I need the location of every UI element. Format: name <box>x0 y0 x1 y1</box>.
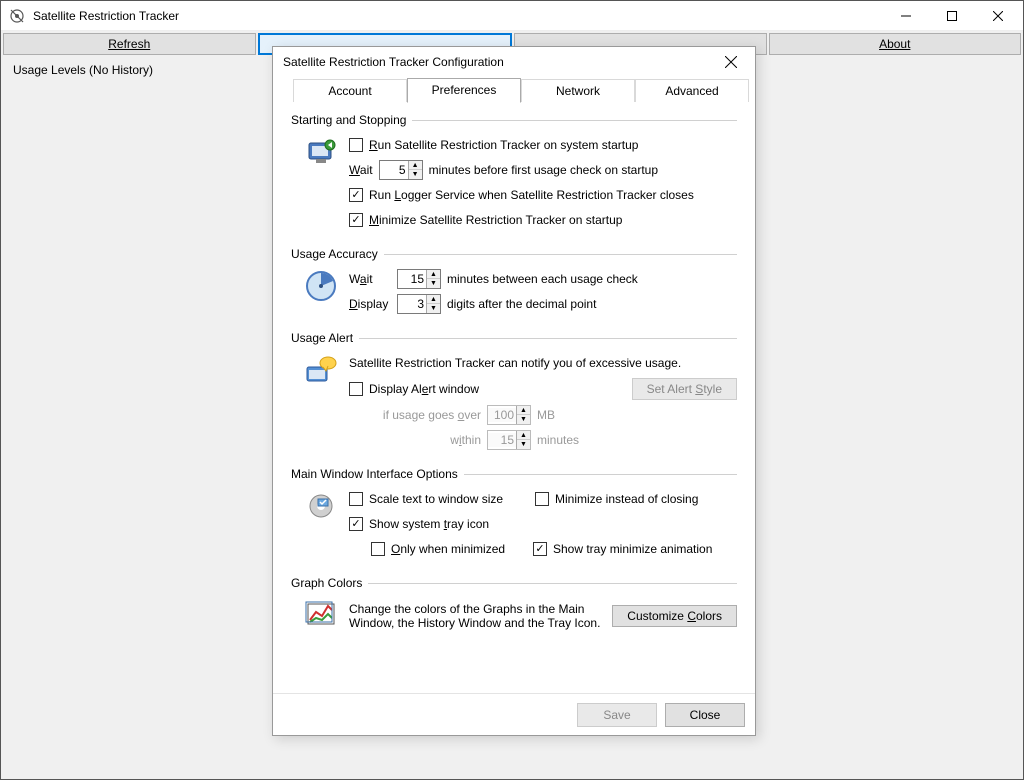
lbl-wait-accuracy: Wait <box>349 272 391 286</box>
dialog-title: Satellite Restriction Tracker Configurat… <box>283 55 711 69</box>
dialog-titlebar: Satellite Restriction Tracker Configurat… <box>273 47 755 77</box>
btn-customize-colors[interactable]: Customize Colors <box>612 605 737 627</box>
spin-wait-accuracy[interactable]: ▲▼ <box>397 269 441 289</box>
maximize-window-button[interactable] <box>929 1 975 31</box>
chk-min-instead-close[interactable] <box>535 492 549 506</box>
group-accuracy-legend: Usage Accuracy <box>291 247 378 261</box>
lbl-colors-desc: Change the colors of the Graphs in the M… <box>349 602 602 630</box>
dialog-close-button[interactable] <box>711 48 751 76</box>
lbl-wait-startup-suffix: minutes before first usage check on star… <box>429 163 658 177</box>
lbl-min-instead-close: Minimize instead of closing <box>555 492 698 506</box>
tab-advanced[interactable]: Advanced <box>635 79 749 102</box>
lbl-usage-over: if usage goes over <box>371 408 481 422</box>
group-starting: Starting and Stopping RRun Satellite Res… <box>291 113 737 235</box>
tab-preferences[interactable]: Preferences <box>407 78 521 103</box>
minimize-window-button[interactable] <box>883 1 929 31</box>
gear-icon <box>303 489 339 525</box>
refresh-button[interactable]: Refresh <box>3 33 256 55</box>
window-title: Satellite Restriction Tracker <box>33 9 883 23</box>
spin-usage-over: ▲▼ <box>487 405 531 425</box>
lbl-tray-animation: Show tray minimize animation <box>553 542 712 556</box>
lbl-alert-desc: Satellite Restriction Tracker can notify… <box>349 356 681 370</box>
btn-set-alert-style[interactable]: Set Alert Style <box>632 378 737 400</box>
lbl-run-on-startup: RRun Satellite Restriction Tracker on sy… <box>369 138 638 152</box>
alert-icon <box>303 353 339 389</box>
chk-display-alert[interactable] <box>349 382 363 396</box>
save-button[interactable]: Save <box>577 703 657 727</box>
group-accuracy: Usage Accuracy Wait ▲▼ minutes between e… <box>291 247 737 319</box>
chk-run-on-startup[interactable] <box>349 138 363 152</box>
group-colors: Graph Colors Change the colors of the Gr… <box>291 576 737 634</box>
tab-account[interactable]: Account <box>293 79 407 102</box>
chk-tray-animation[interactable] <box>533 542 547 556</box>
chk-run-logger[interactable] <box>349 188 363 202</box>
chk-scale-text[interactable] <box>349 492 363 506</box>
clock-icon <box>303 269 339 305</box>
lbl-display-accuracy: Display <box>349 297 391 311</box>
spin-display-accuracy[interactable]: ▲▼ <box>397 294 441 314</box>
lbl-display-accuracy-suffix: digits after the decimal point <box>447 297 596 311</box>
config-dialog: Satellite Restriction Tracker Configurat… <box>272 46 756 736</box>
group-alert: Usage Alert Satellite Restriction Tracke… <box>291 331 737 455</box>
lbl-run-logger: Run Logger Service when Satellite Restri… <box>369 188 694 202</box>
dialog-footer: Save Close <box>273 693 755 735</box>
lbl-usage-within: within <box>371 433 481 447</box>
lbl-minimize-startup: Minimize Satellite Restriction Tracker o… <box>369 213 622 227</box>
app-icon <box>9 8 25 24</box>
about-button[interactable]: About <box>769 33 1022 55</box>
group-colors-legend: Graph Colors <box>291 576 362 590</box>
group-starting-legend: Starting and Stopping <box>291 113 406 127</box>
dialog-body: Starting and Stopping RRun Satellite Res… <box>273 103 755 693</box>
chk-minimize-startup[interactable] <box>349 213 363 227</box>
graph-colors-icon <box>303 598 339 634</box>
lbl-only-minimized: Only when minimized <box>391 542 527 556</box>
lbl-display-alert: Display Alert window <box>369 382 626 396</box>
chk-only-minimized[interactable] <box>371 542 385 556</box>
group-interface: Main Window Interface Options Scale text… <box>291 467 737 564</box>
close-window-button[interactable] <box>975 1 1021 31</box>
group-interface-legend: Main Window Interface Options <box>291 467 458 481</box>
lbl-wait-startup: Wait <box>349 163 373 177</box>
spin-usage-within: ▲▼ <box>487 430 531 450</box>
lbl-scale-text: Scale text to window size <box>369 492 529 506</box>
lbl-usage-over-unit: MB <box>537 408 555 422</box>
startup-icon <box>303 135 339 171</box>
titlebar: Satellite Restriction Tracker <box>1 1 1023 31</box>
spin-wait-startup[interactable]: ▲▼ <box>379 160 423 180</box>
tab-strip: Account Preferences Network Advanced <box>273 77 755 103</box>
lbl-wait-accuracy-suffix: minutes between each usage check <box>447 272 638 286</box>
close-button[interactable]: Close <box>665 703 745 727</box>
lbl-tray-icon: Show system tray icon <box>369 517 489 531</box>
lbl-usage-within-unit: minutes <box>537 433 579 447</box>
tab-network[interactable]: Network <box>521 79 635 102</box>
group-alert-legend: Usage Alert <box>291 331 353 345</box>
chk-tray-icon[interactable] <box>349 517 363 531</box>
